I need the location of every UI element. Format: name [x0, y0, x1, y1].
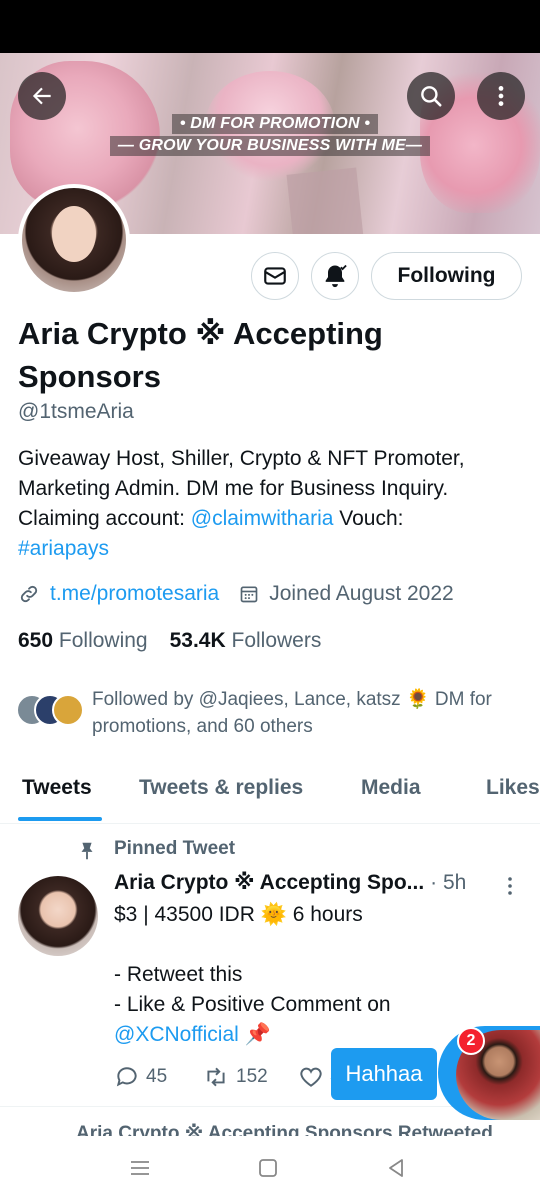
pin-icon — [81, 842, 93, 860]
active-tab-indicator — [18, 817, 102, 821]
profile-avatar[interactable] — [18, 184, 130, 296]
status-bar — [0, 0, 540, 53]
reply-icon — [116, 1067, 137, 1087]
retweet-button[interactable]: 152 — [202, 1064, 268, 1090]
back-button[interactable] — [18, 72, 66, 120]
following-label: Following — [58, 629, 148, 652]
follow-counts: 650 Following 53.4K Followers — [18, 629, 321, 653]
bell-check-icon — [325, 264, 347, 288]
retweet-count: 152 — [236, 1066, 268, 1087]
banner-caption-line2: — GROW YOUR BUSINESS WITH ME— — [109, 136, 431, 156]
tweet-timestamp: · 5h — [430, 871, 467, 894]
heart-icon — [300, 1067, 322, 1087]
display-name: Aria Crypto ※ Accepting Sponsors — [18, 316, 383, 394]
tweet-mention-link[interactable]: @XCNofficial — [114, 1023, 239, 1046]
banner-caption: • DM FOR PROMOTION • — GROW YOUR BUSINES… — [0, 113, 540, 157]
profile-tabs: Tweets Tweets & replies Media Likes — [0, 760, 540, 824]
tweet-line: $3 | 43500 IDR 🌞 6 hours — [114, 903, 363, 926]
system-navigation-bar — [0, 1136, 540, 1200]
tweet-line: - Like & Positive Comment on — [114, 993, 391, 1016]
tweet-line: - Retweet this — [114, 963, 243, 986]
back-nav-icon[interactable] — [384, 1156, 408, 1180]
message-button[interactable] — [251, 252, 299, 300]
follower-avatars — [16, 694, 86, 730]
tab-tweets-replies[interactable]: Tweets & replies — [139, 776, 303, 800]
retweet-icon — [207, 1067, 225, 1087]
envelope-icon — [264, 267, 286, 285]
followers-count: 53.4K — [169, 629, 226, 652]
retweeted-indicator: Aria Crypto ※ Accepting Sponsors Retweet… — [76, 1120, 540, 1136]
avatar-face — [52, 206, 96, 262]
notifications-button[interactable] — [311, 252, 359, 300]
tweet-body: $3 | 43500 IDR 🌞 6 hours ​ - Retweet thi… — [114, 900, 514, 1050]
recent-apps-icon[interactable] — [128, 1156, 152, 1180]
bio-text: Vouch: — [333, 507, 404, 530]
search-icon — [421, 86, 442, 107]
retweeted-text: Aria Crypto ※ Accepting Sponsors Retweet… — [76, 1123, 493, 1136]
tab-tweets[interactable]: Tweets — [22, 776, 92, 800]
bio-mention-link[interactable]: @claimwitharia — [191, 507, 334, 530]
bio-hashtag-link[interactable]: #ariapays — [18, 537, 109, 560]
tab-media[interactable]: Media — [361, 776, 421, 800]
pushpin-emoji: 📌 — [244, 1023, 271, 1046]
following-button[interactable]: Following — [371, 252, 522, 300]
following-count: 650 — [18, 629, 54, 652]
reply-count: 45 — [146, 1066, 168, 1087]
banner-photo-poster — [286, 167, 364, 234]
home-icon[interactable] — [256, 1156, 280, 1180]
banner-caption-line1: • DM FOR PROMOTION • — [171, 114, 379, 134]
followed-by-text: Followed by @Jaqiees, Lance, katsz 🌻 DM … — [92, 689, 492, 737]
tweet-more-icon[interactable] — [504, 874, 516, 898]
more-vertical-icon — [498, 86, 504, 106]
chat-head-button[interactable] — [438, 1026, 540, 1120]
profile-bio: Giveaway Host, Shiller, Crypto & NFT Pro… — [18, 444, 518, 564]
tweet-author-avatar[interactable] — [18, 876, 98, 956]
arrow-left-icon — [32, 87, 51, 105]
followers-count-link[interactable]: 53.4K Followers — [170, 629, 322, 652]
user-handle: @1tsmeAria — [18, 400, 134, 423]
tweet-author-name[interactable]: Aria Crypto ※ Accepting Spo... — [114, 870, 424, 895]
joined-date: Joined August 2022 — [269, 582, 454, 605]
link-icon — [20, 585, 38, 603]
chat-unread-badge: 2 — [457, 1027, 485, 1055]
followers-label: Followers — [231, 629, 322, 652]
search-button[interactable] — [407, 72, 455, 120]
more-options-button[interactable] — [477, 72, 525, 120]
tweet-header: Aria Crypto ※ Accepting Spo... · 5h — [114, 870, 524, 895]
chat-bubble-message[interactable]: Hahhaa — [331, 1048, 437, 1100]
reply-button[interactable]: 45 — [114, 1064, 167, 1090]
following-count-link[interactable]: 650 Following — [18, 629, 148, 652]
website-link[interactable]: t.me/promotesaria — [50, 582, 219, 606]
profile-meta: t.me/promotesaria Joined August 2022 — [18, 582, 454, 606]
calendar-icon — [240, 586, 258, 603]
tab-likes[interactable]: Likes — [486, 776, 540, 800]
avatar — [52, 694, 84, 726]
pinned-tweet-label: Pinned Tweet — [114, 838, 236, 859]
